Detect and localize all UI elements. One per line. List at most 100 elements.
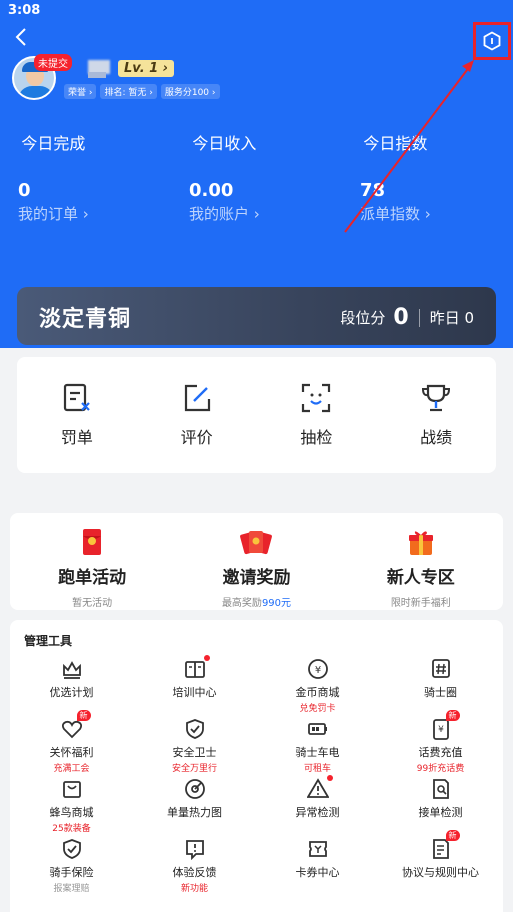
tool-name: 接单检测 xyxy=(418,806,463,819)
promo-newcomer[interactable]: 新人专区 限时新手福利 xyxy=(346,513,496,610)
tool-item[interactable]: 蜂鸟商城 25款装备 xyxy=(10,778,133,834)
tool-subtitle: 充满工会 xyxy=(53,764,90,774)
tool-name: 骑士圈 xyxy=(424,686,457,699)
battery-icon xyxy=(307,718,329,740)
phone-bill-icon: ¥ 新 xyxy=(430,710,460,740)
rank-card[interactable]: 淡定青铜 段位分 0 昨日 0 xyxy=(17,287,496,345)
rank-title: 淡定青铜 xyxy=(39,307,132,332)
tool-item[interactable]: 骑士圈 xyxy=(379,658,502,706)
tool-subtitle: 安全万里行 xyxy=(171,764,217,774)
target-icon xyxy=(184,778,206,800)
shop-icon xyxy=(61,778,83,800)
red-envelope-icon xyxy=(83,529,102,555)
tool-name: 卡券中心 xyxy=(295,866,340,879)
tool-item[interactable]: 单量热力图 xyxy=(133,778,256,826)
red-envelopes-icon xyxy=(240,531,273,555)
stat-today-income[interactable]: 今日收入 0.00 我的账户 › xyxy=(189,130,260,224)
tool-name: 骑士车电 xyxy=(295,746,340,759)
heart-icon: 新 xyxy=(61,710,91,740)
tool-name: 培训中心 xyxy=(172,686,217,699)
rank-score: 0 xyxy=(393,305,409,330)
tool-subtitle: 兑免罚卡 xyxy=(299,704,336,714)
tool-name: 优选计划 xyxy=(49,686,94,699)
new-tag: 新 xyxy=(445,710,460,721)
achievements-button[interactable]: 战绩 xyxy=(386,382,486,448)
coupon-icon xyxy=(307,838,329,860)
spot-check-button[interactable]: 抽检 xyxy=(266,382,366,448)
rules-icon: 新 xyxy=(430,830,460,860)
level-badge[interactable]: Lv. 1 › xyxy=(118,60,175,77)
promo-run-orders[interactable]: 跑单活动 暂无活动 xyxy=(17,513,167,610)
tool-subtitle: 可租车 xyxy=(303,764,331,774)
promo-panel: 跑单活动 暂无活动 邀请奖励 最高奖励990元 新人专区 限时新手福利 xyxy=(10,513,503,610)
unsubmitted-badge: 未提交 xyxy=(34,54,72,71)
back-icon xyxy=(15,28,26,46)
tool-name: 安全卫士 xyxy=(172,746,217,759)
edit-icon xyxy=(184,384,210,412)
promo-invite[interactable]: 邀请奖励 最高奖励990元 xyxy=(181,513,331,610)
tool-item[interactable]: 新关怀福利充满工会 xyxy=(10,710,133,774)
coin-icon: ¥ xyxy=(307,658,329,680)
stat-today-completed[interactable]: 今日完成 0 我的订单 › xyxy=(18,130,89,224)
tool-name: 异常检测 xyxy=(295,806,340,819)
back-button[interactable] xyxy=(14,26,28,48)
feedback-icon xyxy=(184,838,206,860)
tool-subtitle: 报案理赔 xyxy=(53,884,90,894)
tool-item[interactable]: 卡券中心 xyxy=(256,838,379,886)
tool-item[interactable]: 接单检测 xyxy=(379,778,502,826)
doc-search-icon xyxy=(430,778,452,800)
tool-name: 骑手保险 xyxy=(49,866,94,879)
tool-subtitle: 新功能 xyxy=(180,884,208,894)
tool-item[interactable]: 优选计划 xyxy=(10,658,133,706)
penalty-icon xyxy=(63,383,90,412)
shield-icon xyxy=(184,718,206,740)
crown-icon xyxy=(61,658,83,680)
tool-name: 协议与规则中心 xyxy=(402,866,479,879)
tool-item[interactable]: ¥ 新话费充值 99折充话费 xyxy=(379,710,502,774)
notification-dot xyxy=(326,775,333,781)
tool-name: 金币商城 xyxy=(295,686,340,699)
rank-yesterday: 昨日 0 xyxy=(429,309,474,327)
status-time: 3:08 xyxy=(8,3,41,18)
trophy-icon xyxy=(422,384,451,412)
penalty-button[interactable]: 罚单 xyxy=(27,382,127,448)
tool-subtitle: 25款装备 xyxy=(52,824,91,834)
stat-today-index[interactable]: 今日指数 78 派单指数 › xyxy=(360,130,431,224)
tool-item[interactable]: 骑手保险 报案理赔 xyxy=(10,838,133,894)
warning-icon xyxy=(306,775,333,800)
settings-hexagon-icon xyxy=(483,31,501,51)
tool-name: 体验反馈 xyxy=(172,866,217,879)
insurance-icon xyxy=(61,838,83,860)
scan-face-icon xyxy=(302,383,331,413)
rank-score-label: 段位分 xyxy=(340,309,386,327)
tool-item[interactable]: 体验反馈 新功能 xyxy=(133,838,256,894)
tool-item[interactable]: ¥ 金币商城兑免罚卡 xyxy=(256,658,379,714)
profile-chips: 荣誉 › 排名: 暂无 › 服务分100 › xyxy=(64,84,220,99)
tool-name: 蜂鸟商城 xyxy=(49,806,94,819)
new-tag: 新 xyxy=(445,830,460,841)
hash-icon xyxy=(430,658,452,680)
management-tools: 管理工具 优选计划 培训中心 ¥ 金币商城 兑免罚卡 骑士圈新关怀福利 充满工会 安全卫士 安全… xyxy=(10,620,503,912)
tool-subtitle: 99折充话费 xyxy=(416,764,465,774)
tools-header: 管理工具 xyxy=(24,634,73,648)
tool-name: 单量热力图 xyxy=(167,806,222,819)
ranking-chip[interactable]: 排名: 暂无 › xyxy=(100,84,157,99)
new-tag: 新 xyxy=(76,710,91,721)
tool-name: 话费充值 xyxy=(418,746,463,759)
service-score-chip[interactable]: 服务分100 › xyxy=(160,84,220,99)
tool-item[interactable]: 异常检测 xyxy=(256,775,379,826)
notification-dot xyxy=(203,655,210,661)
honor-chip[interactable]: 荣誉 › xyxy=(64,84,97,99)
gift-icon xyxy=(408,531,433,555)
settings-button[interactable] xyxy=(473,22,511,60)
svg-text:¥: ¥ xyxy=(314,665,320,676)
tool-item[interactable]: 骑士车电 可租车 xyxy=(256,718,379,774)
svg-text:¥: ¥ xyxy=(438,725,444,735)
book-icon xyxy=(184,655,210,680)
tool-item[interactable]: 新协议与规则中心 xyxy=(379,830,502,886)
tool-name: 关怀福利 xyxy=(49,746,94,759)
quick-actions: 罚单 评价 抽检 战绩 xyxy=(17,357,496,473)
tool-item[interactable]: 培训中心 xyxy=(133,655,256,706)
review-button[interactable]: 评价 xyxy=(147,382,247,448)
tool-item[interactable]: 安全卫士 安全万里行 xyxy=(133,718,256,774)
